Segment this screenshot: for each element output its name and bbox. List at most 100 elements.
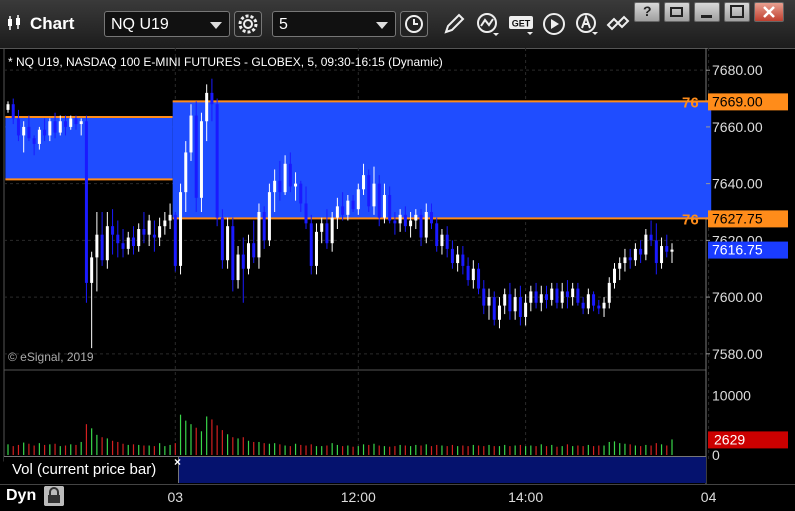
candle-body xyxy=(592,294,596,306)
candle-body xyxy=(513,297,517,312)
candle-body xyxy=(586,294,590,309)
candle-body xyxy=(168,214,172,221)
lock-icon[interactable] xyxy=(44,486,64,506)
candle-body xyxy=(545,294,549,300)
svg-text:GET: GET xyxy=(512,19,531,29)
candle-body xyxy=(84,121,88,283)
candle-body xyxy=(388,194,392,221)
maximize-button[interactable] xyxy=(724,2,750,22)
interval-combo[interactable]: 5 xyxy=(272,11,396,37)
price-tick-label: 7680.00 xyxy=(712,62,763,78)
candle-body xyxy=(236,254,240,281)
candle-body xyxy=(147,220,151,235)
candle-body xyxy=(367,175,371,207)
candle-body xyxy=(226,226,230,261)
volume-legend: Vol (current price bar) × xyxy=(4,455,706,483)
minimize-button[interactable] xyxy=(694,2,720,22)
candle-body xyxy=(445,234,449,249)
candle-body xyxy=(32,138,36,144)
close-button[interactable] xyxy=(754,2,784,22)
candle-body xyxy=(534,291,538,303)
candle-body xyxy=(262,212,266,241)
candle-body xyxy=(100,234,104,261)
candle-body xyxy=(508,294,512,312)
candle-body xyxy=(152,234,156,238)
candle-body xyxy=(314,231,318,266)
candle-body xyxy=(22,126,26,136)
candle-body xyxy=(199,121,203,198)
line-chart-icon[interactable] xyxy=(474,11,502,37)
candle-body xyxy=(654,240,658,264)
symbol-combo-value: NQ U19 xyxy=(111,16,169,33)
link-icon[interactable] xyxy=(604,11,632,37)
candle-body xyxy=(518,297,522,317)
candle-body xyxy=(618,263,622,269)
gear-icon[interactable] xyxy=(234,11,262,37)
candle-body xyxy=(173,214,177,266)
candle-body xyxy=(163,220,167,227)
zone-upper-price-flag: 7669.00 xyxy=(712,93,763,109)
candle-body xyxy=(278,180,282,193)
candle-body xyxy=(121,243,125,249)
candle-body xyxy=(220,217,224,261)
clock-icon[interactable] xyxy=(400,11,428,37)
candle-body xyxy=(273,180,277,193)
candle-body xyxy=(555,288,559,303)
symbol-description: * NQ U19, NASDAQ 100 E-MINI FUTURES - GL… xyxy=(8,55,443,69)
pencil-icon[interactable] xyxy=(440,11,468,37)
candle-body xyxy=(27,126,31,139)
candle-body xyxy=(111,226,115,235)
candle-body xyxy=(304,203,308,224)
volume-tick-label: 10000 xyxy=(712,388,751,404)
candle-body xyxy=(660,246,664,264)
price-tick-label: 7600.00 xyxy=(712,289,763,305)
copyright: © eSignal, 2019 xyxy=(8,350,94,364)
close-icon xyxy=(763,6,775,18)
candle-body xyxy=(571,288,575,298)
help-label: ? xyxy=(643,3,652,19)
candle-body xyxy=(623,257,627,264)
candle-body xyxy=(377,183,381,218)
candle-body xyxy=(435,223,439,247)
candle-body xyxy=(356,189,360,210)
candle-body xyxy=(503,294,507,306)
candle-body xyxy=(37,129,41,144)
zone-upper-left-label: 76 xyxy=(682,94,699,111)
candle-body xyxy=(231,226,235,281)
candle-body xyxy=(529,291,533,303)
candle-body xyxy=(665,246,669,252)
get-icon[interactable]: GET xyxy=(508,11,536,37)
price-tick-label: 7580.00 xyxy=(712,346,763,362)
candle-body xyxy=(414,214,418,221)
candle-body xyxy=(477,268,481,289)
candle-body xyxy=(299,183,303,204)
candle-body xyxy=(539,294,543,303)
price-tick-label: 7660.00 xyxy=(712,119,763,135)
x-tick-label: 04 xyxy=(700,489,717,505)
play-icon[interactable] xyxy=(541,11,569,37)
restore-button[interactable] xyxy=(664,2,690,22)
candle-body xyxy=(456,254,460,264)
candle-body xyxy=(43,129,47,136)
symbol-combo[interactable]: NQ U19 xyxy=(104,11,230,37)
candle-body xyxy=(179,192,183,266)
close-study-button[interactable]: × xyxy=(174,455,181,469)
candle-body xyxy=(205,92,209,122)
help-button[interactable]: ? xyxy=(634,2,660,22)
price-chart[interactable]: 7680.007660.007640.007620.007600.007580.… xyxy=(0,48,795,484)
zone-rect xyxy=(5,116,173,180)
candle-body xyxy=(58,121,62,133)
candle-body xyxy=(633,248,637,261)
alert-icon[interactable] xyxy=(573,11,601,37)
minimize-icon xyxy=(701,15,712,18)
candle-body xyxy=(492,297,496,320)
volume-legend-label: Vol (current price bar) xyxy=(4,457,179,483)
candle-body xyxy=(247,243,251,269)
candle-body xyxy=(335,206,339,218)
candle-body xyxy=(309,223,313,266)
volume-bars xyxy=(7,414,673,455)
chart-app-icon xyxy=(8,15,20,30)
candle-body xyxy=(241,254,245,269)
candle-body xyxy=(403,214,407,227)
candle-body xyxy=(90,257,94,283)
